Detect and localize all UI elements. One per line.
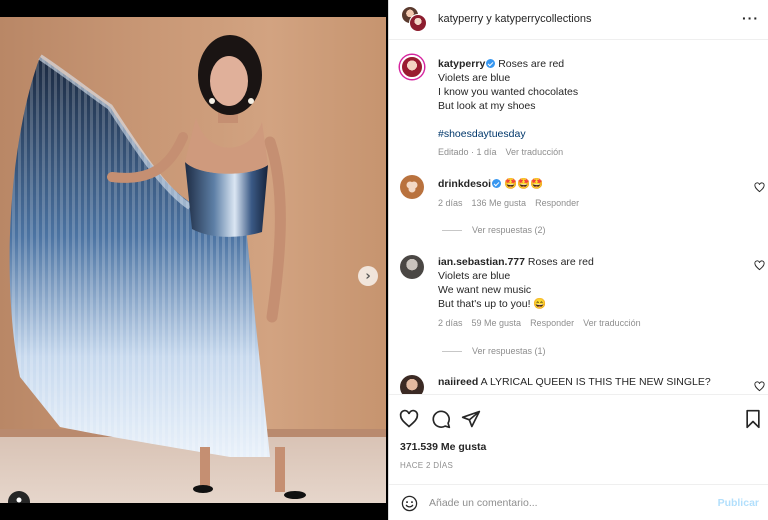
- heart-icon[interactable]: [754, 260, 765, 271]
- view-replies[interactable]: Ver respuestas (1): [442, 346, 546, 356]
- verified-icon: [492, 179, 502, 188]
- translate-link[interactable]: Ver traducción: [583, 318, 641, 328]
- comment-meta: 2 días 59 Me gusta Responder Ver traducc…: [438, 318, 641, 328]
- avatar[interactable]: [400, 55, 424, 79]
- comment-input[interactable]: [429, 494, 709, 512]
- comment-line: But that's up to you! 😄: [438, 298, 547, 310]
- avatar: [409, 14, 427, 32]
- avatar[interactable]: [400, 255, 424, 279]
- edited-label: Editado · 1 día: [438, 147, 497, 157]
- heart-icon[interactable]: [399, 409, 419, 429]
- comment-body: 🤩🤩🤩: [504, 178, 544, 190]
- comment-time: 2 días: [438, 198, 463, 208]
- save-icon[interactable]: [743, 409, 763, 429]
- comment-box: Publicar: [389, 484, 768, 520]
- photo-figure: [9, 35, 306, 499]
- reply-button[interactable]: Responder: [535, 198, 579, 208]
- divider: [442, 350, 462, 352]
- heart-icon[interactable]: [754, 182, 765, 193]
- comment-username[interactable]: ian.sebastian.777: [438, 256, 525, 268]
- post-photo[interactable]: ›: [0, 17, 386, 503]
- translate-link[interactable]: Ver traducción: [506, 147, 564, 157]
- comment-line: We want new music: [438, 284, 532, 296]
- emoji-icon[interactable]: [401, 495, 418, 512]
- comment-username[interactable]: naiireed: [438, 376, 478, 388]
- comment-time: 2 días: [438, 318, 463, 328]
- comment-meta: 2 días 136 Me gusta Responder: [438, 198, 579, 208]
- view-replies-label: Ver respuestas (2): [472, 225, 546, 235]
- divider: [442, 229, 462, 231]
- caption-username[interactable]: katyperry: [438, 58, 485, 70]
- post-authors[interactable]: katyperry y katyperrycollections: [438, 13, 591, 25]
- comment-body: A LYRICAL QUEEN IS THIS THE NEW SINGLE?: [480, 376, 711, 388]
- comment-line: Violets are blue: [438, 270, 511, 282]
- comment-text: drinkdesoi 🤩🤩🤩: [438, 177, 543, 191]
- likes-count[interactable]: 371.539 Me gusta: [400, 441, 486, 453]
- comments-list[interactable]: katyperry Roses are red Violets are blue…: [389, 41, 768, 394]
- caption: katyperry Roses are red Violets are blue…: [438, 57, 758, 141]
- comment-text: ian.sebastian.777 Roses are red Violets …: [438, 255, 748, 311]
- caption-line: I know you wanted chocolates: [438, 86, 579, 98]
- chevron-right-icon[interactable]: ›: [358, 266, 378, 286]
- caption-line: But look at my shoes: [438, 100, 536, 112]
- comment-username[interactable]: drinkdesoi: [438, 178, 491, 190]
- more-icon[interactable]: ···: [742, 10, 759, 26]
- heart-icon[interactable]: [754, 381, 765, 392]
- verified-icon: [486, 59, 496, 68]
- comment-likes[interactable]: 59 Me gusta: [472, 318, 522, 328]
- comment-likes[interactable]: 136 Me gusta: [472, 198, 527, 208]
- comment-icon[interactable]: [431, 409, 451, 429]
- comment-text: naiireed A LYRICAL QUEEN IS THIS THE NEW…: [438, 375, 758, 389]
- share-icon[interactable]: [461, 409, 481, 429]
- post-actions: 371.539 Me gusta HACE 2 DÍAS: [389, 394, 768, 484]
- caption-line: Violets are blue: [438, 72, 511, 84]
- avatar-logo: [406, 181, 418, 193]
- view-replies-label: Ver respuestas (1): [472, 346, 546, 356]
- caption-meta: Editado · 1 día Ver traducción: [438, 147, 563, 157]
- view-replies[interactable]: Ver respuestas (2): [442, 225, 546, 235]
- hashtag-link[interactable]: #shoesdaytuesday: [438, 128, 526, 140]
- caption-line: Roses are red: [498, 58, 565, 70]
- post-timestamp: HACE 2 DÍAS: [400, 461, 454, 470]
- avatar[interactable]: [401, 6, 427, 32]
- reply-button[interactable]: Responder: [530, 318, 574, 328]
- avatar[interactable]: [400, 375, 424, 394]
- publish-button[interactable]: Publicar: [718, 497, 759, 509]
- avatar[interactable]: [400, 175, 424, 199]
- post-panel: katyperry y katyperrycollections ··· kat…: [388, 0, 768, 520]
- comment-line: Roses are red: [527, 256, 594, 268]
- post-header: katyperry y katyperrycollections ···: [389, 0, 768, 40]
